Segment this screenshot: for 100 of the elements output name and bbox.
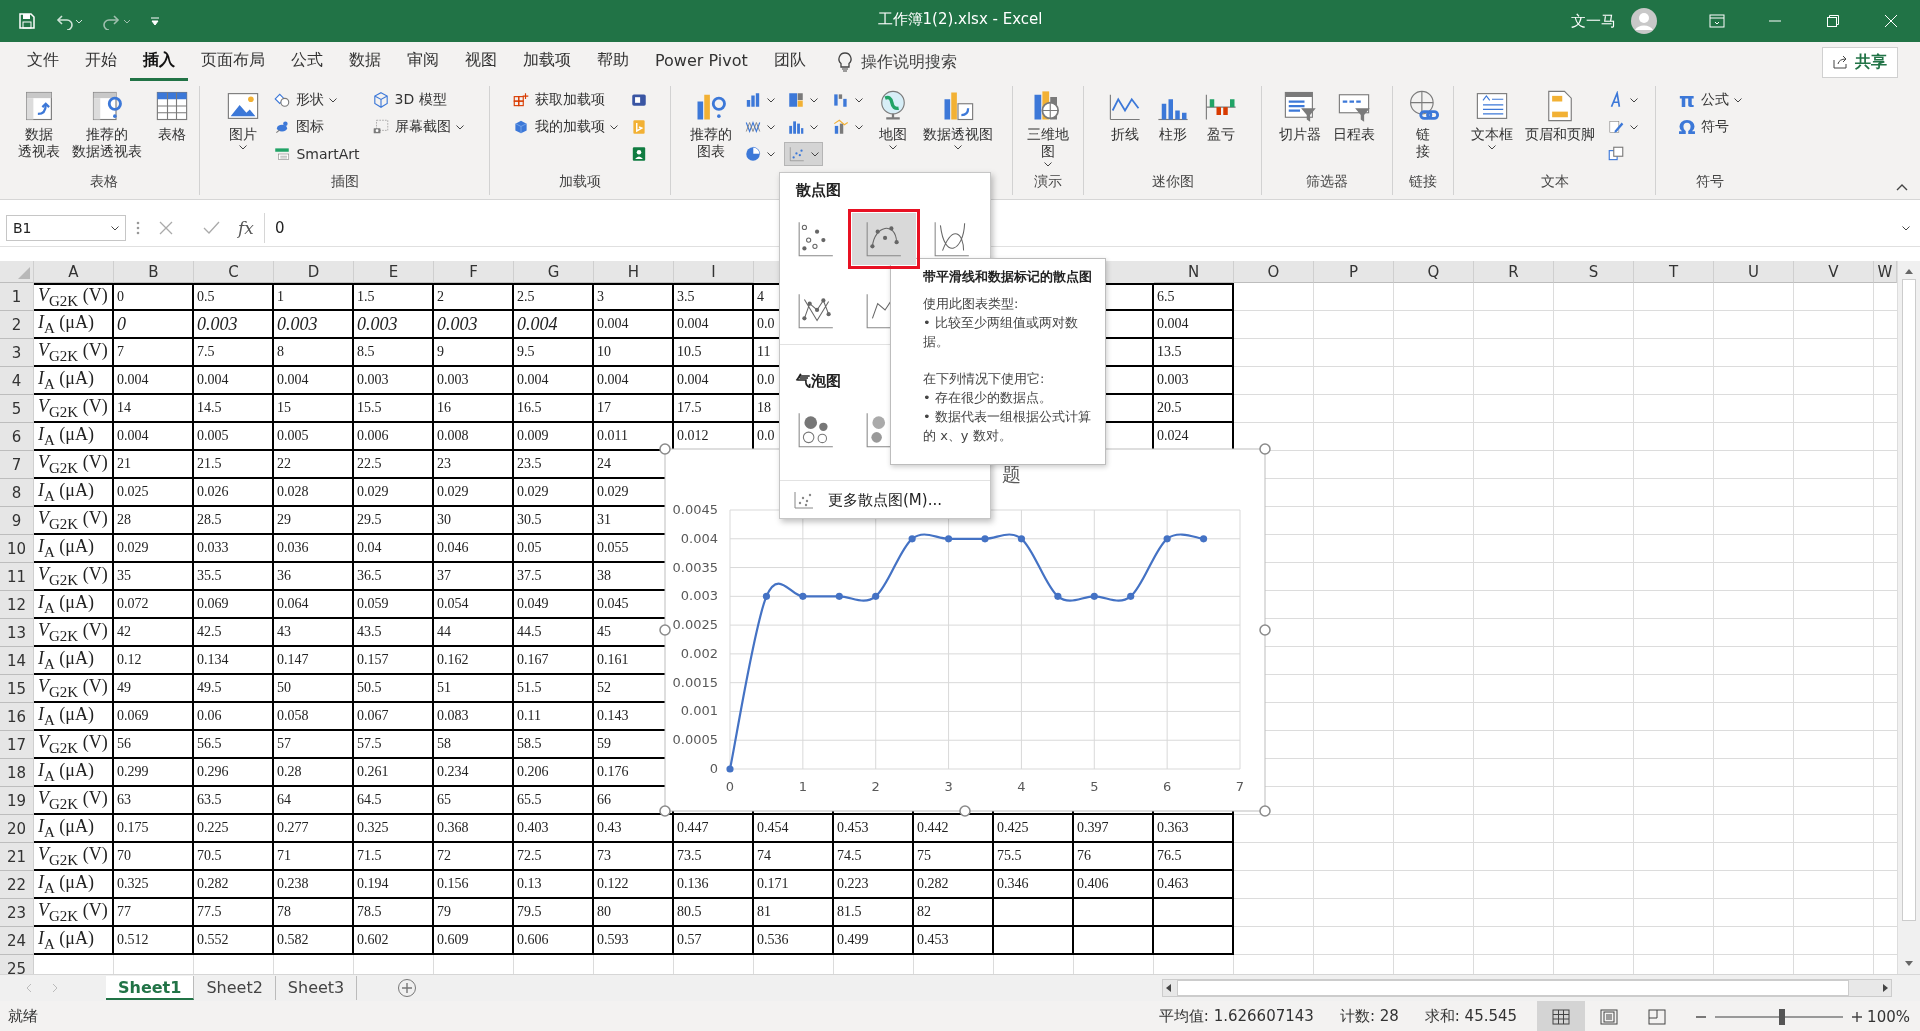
- ribbon-button[interactable]: 切片器: [1276, 86, 1324, 145]
- resize-handle[interactable]: [659, 443, 671, 455]
- menu-tab[interactable]: 帮助: [584, 43, 642, 81]
- menu-tab[interactable]: 数据: [336, 43, 394, 81]
- scrollbar-thumb[interactable]: [1902, 279, 1916, 921]
- user-name[interactable]: 文一马: [1571, 11, 1616, 31]
- avatar-icon[interactable]: [1630, 7, 1658, 35]
- add-sheet-icon[interactable]: [397, 978, 418, 998]
- table-cell: 44.5: [514, 619, 594, 647]
- table-cell: 0.552: [194, 927, 274, 955]
- ribbon-button[interactable]: 页眉和页脚: [1522, 86, 1598, 145]
- close-icon[interactable]: [1885, 15, 1897, 27]
- table-cell: 28.5: [194, 507, 274, 535]
- ribbon-button[interactable]: 屏幕截图: [368, 115, 467, 139]
- resize-handle[interactable]: [959, 805, 971, 817]
- ribbon-button[interactable]: 我的加载项: [509, 115, 621, 139]
- menu-tab[interactable]: 团队: [760, 43, 819, 81]
- menu-tab[interactable]: 视图: [452, 43, 510, 81]
- sheet-tab[interactable]: Sheet3: [275, 976, 358, 1000]
- undo-icon[interactable]: [54, 12, 84, 30]
- menu-tab[interactable]: 开始: [72, 43, 130, 81]
- column-header[interactable]: U: [1714, 261, 1794, 283]
- menu-tab[interactable]: 公式: [278, 43, 336, 81]
- resize-handle[interactable]: [1259, 624, 1271, 636]
- column-header[interactable]: P: [1314, 261, 1394, 283]
- ribbon-button[interactable]: 表格: [150, 86, 193, 145]
- view-button[interactable]: [1537, 1001, 1586, 1031]
- ribbon-button[interactable]: 获取加载项: [509, 88, 621, 112]
- row-label: I$_{A}$ (μA): [34, 647, 114, 675]
- ribbon-button[interactable]: 文本框: [1468, 86, 1516, 152]
- save-icon[interactable]: [18, 12, 36, 30]
- scroll-up-icon[interactable]: [1904, 267, 1914, 275]
- ribbon-button[interactable]: 图标: [270, 115, 363, 139]
- zoom-in-icon[interactable]: [1851, 1010, 1864, 1023]
- ribbon-button[interactable]: 3D 模型: [368, 88, 467, 112]
- ribbon-button[interactable]: 数据透视图: [920, 86, 996, 152]
- zoom-level[interactable]: 100%: [1867, 1007, 1910, 1026]
- ribbon-button[interactable]: 图片: [222, 86, 265, 152]
- column-header[interactable]: S: [1554, 261, 1634, 283]
- row-label: I$_{A}$ (μA): [34, 311, 114, 339]
- collapse-icon[interactable]: [1896, 183, 1908, 191]
- ribbon-button[interactable]: 数据 透视表: [14, 86, 63, 162]
- resize-handle[interactable]: [1259, 443, 1271, 455]
- sheet-tab[interactable]: Sheet1: [106, 976, 195, 1000]
- column-header[interactable]: T: [1634, 261, 1714, 283]
- share-button[interactable]: 共享: [1822, 46, 1898, 78]
- ribbon-group-label: 符号: [1695, 173, 1725, 191]
- ribbon-button[interactable]: 折线: [1103, 86, 1146, 145]
- resize-handle[interactable]: [659, 624, 671, 636]
- table-cell: 77: [114, 899, 194, 927]
- column-header[interactable]: O: [1234, 261, 1314, 283]
- scrollbar-thumb[interactable]: [1177, 980, 1849, 996]
- ribbon-button[interactable]: 形状: [270, 88, 363, 112]
- ribbon-button[interactable]: 柱形: [1151, 86, 1194, 145]
- table-cell: 79: [434, 899, 514, 927]
- ribbon-button[interactable]: 推荐的 图表: [687, 86, 735, 162]
- table-cell: 0.5: [194, 283, 274, 311]
- chart-title[interactable]: 题: [1001, 463, 1021, 485]
- ribbon-button[interactable]: 三维地 图: [1024, 86, 1072, 169]
- ribbon-button[interactable]: 日程表: [1330, 86, 1378, 145]
- restore-icon[interactable]: [1827, 15, 1839, 27]
- column-header[interactable]: R: [1474, 261, 1554, 283]
- zoom-slider-thumb[interactable]: [1779, 1008, 1786, 1025]
- ribbon-options-icon[interactable]: [1709, 14, 1725, 28]
- ribbon-button[interactable]: SmartArt: [270, 142, 363, 166]
- row-label: I$_{A}$ (μA): [34, 591, 114, 619]
- sheet-tab[interactable]: Sheet2: [194, 976, 276, 1000]
- tell-me-field[interactable]: 操作说明搜索: [860, 51, 957, 73]
- customize-icon[interactable]: [150, 15, 160, 27]
- row-label: V$_{G2K}$ (V): [34, 899, 114, 927]
- table-cell: 22.5: [354, 451, 434, 479]
- table-cell: 1: [274, 283, 354, 311]
- table-cell: 0.003: [434, 367, 514, 395]
- ribbon-button[interactable]: π 公式: [1675, 88, 1745, 112]
- ribbon-button[interactable]: 地图: [872, 86, 914, 152]
- table-cell: 0.593: [594, 927, 674, 955]
- name-box[interactable]: B1: [6, 215, 126, 241]
- insert-function-button[interactable]: fx: [238, 218, 254, 238]
- menu-tab[interactable]: 文件: [14, 43, 72, 81]
- row-label: I$_{A}$ (μA): [34, 479, 114, 507]
- table-cell: 0.005: [194, 423, 274, 451]
- resize-handle[interactable]: [1259, 805, 1271, 817]
- menu-tab[interactable]: 页面布局: [188, 43, 278, 81]
- table-cell: 0.059: [354, 591, 434, 619]
- ribbon-button[interactable]: 链 接: [1402, 86, 1444, 162]
- menu-tab[interactable]: Power Pivot: [642, 44, 761, 80]
- scroll-down-icon[interactable]: [1904, 960, 1914, 968]
- resize-handle[interactable]: [659, 805, 671, 817]
- tooltip-text: • 存在很少的数据点。: [923, 389, 1053, 407]
- redo-icon[interactable]: [102, 12, 132, 30]
- row-label: I$_{A}$ (μA): [34, 423, 114, 451]
- ribbon-button[interactable]: Ω 符号: [1675, 115, 1745, 139]
- column-header[interactable]: Q: [1394, 261, 1474, 283]
- menu-item[interactable]: 更多散点图(M)...: [780, 485, 990, 515]
- column-header[interactable]: V: [1794, 261, 1874, 283]
- ribbon-button[interactable]: 盈亏: [1199, 86, 1242, 145]
- menu-tab[interactable]: 加载项: [510, 43, 584, 81]
- ribbon-button[interactable]: 推荐的 数据透视表: [68, 86, 145, 162]
- menu-tab[interactable]: 审阅: [394, 43, 452, 81]
- table-cell: 0.536: [754, 927, 834, 955]
